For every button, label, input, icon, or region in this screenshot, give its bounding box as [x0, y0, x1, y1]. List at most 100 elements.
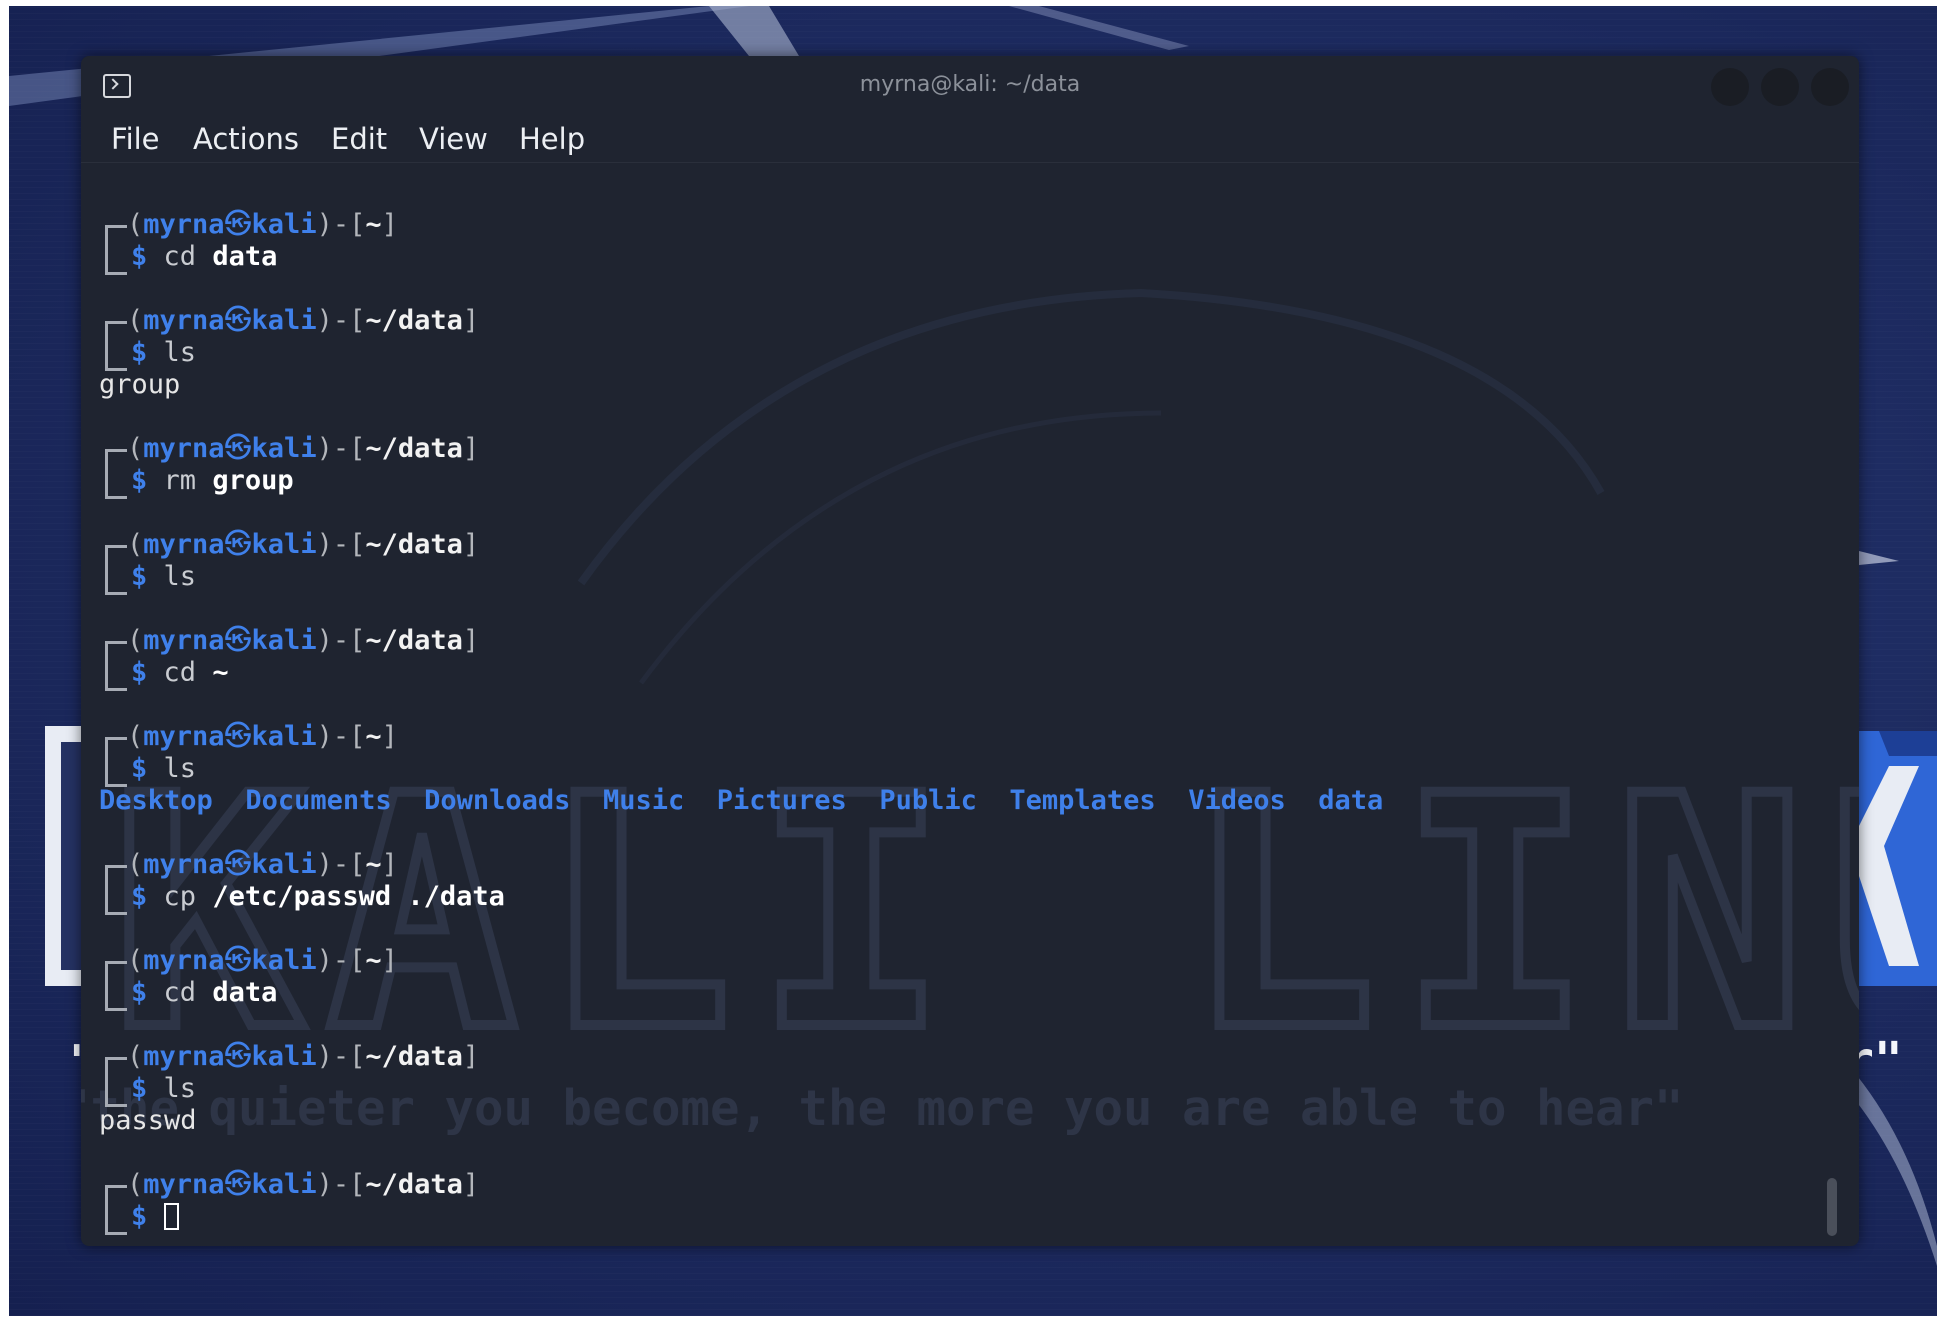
prompt-close: ] — [381, 209, 398, 240]
prompt-user: myrna — [143, 849, 225, 880]
prompt-host: kali — [251, 209, 317, 240]
prompt-mid: )-[ — [316, 1041, 366, 1072]
command-name: cd — [163, 241, 197, 272]
prompt-host: kali — [251, 721, 317, 752]
menu-edit[interactable]: Edit — [331, 122, 387, 156]
prompt-open: ( — [127, 1169, 144, 1200]
prompt-at-symbol: ㉿ — [224, 1169, 252, 1200]
command-name: rm — [163, 465, 197, 496]
prompt-close: ] — [381, 721, 398, 752]
command-name: cd — [163, 977, 197, 1008]
prompt-close: ] — [462, 305, 480, 336]
prompt-dollar: $ — [131, 1201, 148, 1232]
output-line: group — [99, 369, 181, 400]
prompt-close: ] — [462, 529, 480, 560]
directory-entry: Public — [879, 785, 977, 816]
prompt-dollar: $ — [131, 657, 148, 688]
prompt-frame — [105, 545, 127, 595]
active-command-line[interactable]: $ — [131, 1201, 179, 1233]
command-line: $ cd data — [131, 977, 277, 1009]
terminal-output[interactable]: KALI LINUX "the quieter you become, the … — [81, 163, 1859, 1246]
title-bar[interactable]: myrna@kali: ~/data — [81, 56, 1859, 112]
prompt-line: (myrna㉿kali)-[~/data] — [127, 1041, 479, 1073]
prompt-user: myrna — [143, 1169, 225, 1200]
prompt-at-symbol: ㉿ — [224, 305, 252, 336]
command-line: $ ls — [131, 337, 196, 369]
prompt-frame — [105, 641, 127, 691]
command-line: $ ls — [131, 753, 196, 785]
prompt-at-symbol: ㉿ — [224, 849, 252, 880]
prompt-dollar: $ — [131, 881, 148, 912]
directory-entry: Desktop — [99, 785, 213, 816]
command-name: ls — [163, 1073, 197, 1104]
window-title: myrna@kali: ~/data — [859, 72, 1081, 97]
directory-entry: Pictures — [716, 785, 847, 816]
command-name: ls — [163, 561, 197, 592]
prompt-frame — [105, 225, 127, 275]
prompt-line: (myrna㉿kali)-[~/data] — [127, 433, 479, 465]
prompt-at-symbol: ㉿ — [224, 209, 252, 240]
prompt-at-symbol: ㉿ — [224, 529, 252, 560]
prompt-line: (myrna㉿kali)-[~] — [127, 721, 398, 753]
prompt-open: ( — [127, 305, 144, 336]
prompt-host: kali — [251, 529, 317, 560]
command-line: $ cp /etc/passwd ./data — [131, 881, 505, 913]
prompt-dollar: $ — [131, 977, 148, 1008]
prompt-open: ( — [127, 625, 144, 656]
prompt-at-symbol: ㉿ — [224, 433, 252, 464]
menu-view[interactable]: View — [419, 122, 488, 156]
prompt-close: ] — [462, 1169, 480, 1200]
prompt-open: ( — [127, 433, 144, 464]
prompt-line: (myrna㉿kali)-[~] — [127, 849, 398, 881]
close-button[interactable] — [1811, 68, 1849, 106]
prompt-line: (myrna㉿kali)-[~] — [127, 209, 398, 241]
terminal-window[interactable]: myrna@kali: ~/data File Actions Edit Vie… — [81, 56, 1859, 1246]
prompt-user: myrna — [143, 625, 225, 656]
prompt-host: kali — [251, 1169, 317, 1200]
directory-entry: Music — [602, 785, 685, 816]
directory-entry: Templates — [1009, 785, 1156, 816]
prompt-frame — [105, 321, 127, 371]
command-line: $ ls — [131, 1073, 196, 1105]
minimize-button[interactable] — [1711, 68, 1749, 106]
wallpaper-quote: "the quieter you become, the more you ar… — [81, 1080, 1684, 1137]
directory-entry: Documents — [245, 785, 392, 816]
desktop-wallpaper: r" " myrna@kali: ~/data File Actions Edi… — [9, 6, 1937, 1316]
prompt-host: kali — [251, 625, 317, 656]
command-args: data — [212, 241, 278, 272]
prompt-mid: )-[ — [316, 945, 366, 976]
prompt-line: (myrna㉿kali)-[~/data] — [127, 305, 479, 337]
text-cursor[interactable] — [163, 1203, 179, 1230]
directory-entry: Downloads — [424, 785, 571, 816]
prompt-host: kali — [251, 945, 317, 976]
menu-help[interactable]: Help — [519, 122, 585, 156]
prompt-at-symbol: ㉿ — [224, 1041, 252, 1072]
prompt-dollar: $ — [131, 561, 148, 592]
prompt-at-symbol: ㉿ — [224, 945, 252, 976]
prompt-host: kali — [251, 1041, 317, 1072]
prompt-open: ( — [127, 945, 144, 976]
scrollbar-thumb[interactable] — [1827, 1178, 1837, 1236]
command-args: ~ — [212, 657, 229, 688]
prompt-user: myrna — [143, 1041, 225, 1072]
prompt-dollar: $ — [131, 1073, 148, 1104]
prompt-path: ~ — [365, 849, 382, 880]
prompt-user: myrna — [143, 529, 225, 560]
menu-actions[interactable]: Actions — [193, 122, 299, 156]
command-name: ls — [163, 337, 197, 368]
prompt-mid: )-[ — [316, 209, 366, 240]
command-name: ls — [163, 753, 197, 784]
prompt-path: ~ — [365, 209, 382, 240]
maximize-button[interactable] — [1761, 68, 1799, 106]
prompt-at-symbol: ㉿ — [224, 721, 252, 752]
prompt-frame — [105, 449, 127, 499]
prompt-line: (myrna㉿kali)-[~/data] — [127, 529, 479, 561]
directory-entry: data — [1318, 785, 1384, 816]
prompt-mid: )-[ — [316, 625, 366, 656]
prompt-dollar: $ — [131, 465, 148, 496]
command-args: /etc/passwd ./data — [212, 881, 505, 912]
prompt-path: ~/data — [365, 625, 463, 656]
menu-file[interactable]: File — [111, 122, 160, 156]
prompt-line: (myrna㉿kali)-[~] — [127, 945, 398, 977]
prompt-mid: )-[ — [316, 849, 366, 880]
